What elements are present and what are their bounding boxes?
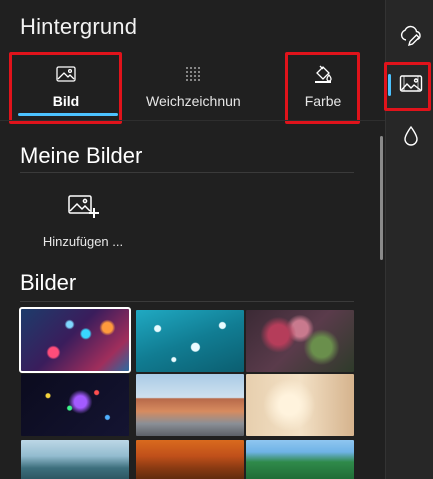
add-image-button[interactable]: Hinzufügen ... <box>28 193 138 253</box>
image-thumbnail[interactable] <box>136 440 244 479</box>
images-heading: Bilder <box>20 270 77 295</box>
add-image-label: Hinzufügen ... <box>42 234 124 249</box>
add-image-icon <box>67 193 99 224</box>
rail-active-indicator <box>388 74 391 96</box>
tab-bild-label: Bild <box>52 93 80 109</box>
panel-title: Hintergrund <box>20 14 138 39</box>
tab-farbe-label: Farbe <box>304 93 342 109</box>
cloud-edit-icon <box>399 25 423 52</box>
blur-icon <box>181 63 205 85</box>
background-tabs: Bild Weichzeichnun Farbe <box>0 52 370 120</box>
image-icon <box>54 63 78 85</box>
tab-bild[interactable]: Bild <box>14 52 118 120</box>
image-thumbnail[interactable] <box>136 310 244 372</box>
image-thumbnail[interactable] <box>136 374 244 436</box>
image-thumbnail[interactable] <box>21 374 129 436</box>
image-thumbnail[interactable] <box>19 307 131 373</box>
water-drop-icon <box>403 125 419 152</box>
image-thumbnail[interactable] <box>246 310 354 372</box>
rail-button-background[interactable] <box>397 72 425 100</box>
tab-farbe[interactable]: Farbe <box>288 52 358 120</box>
background-panel: Hintergrund Bild Weichzeichnun Farbe Mei… <box>0 0 385 479</box>
my-images-divider <box>20 172 354 173</box>
image-thumbnail[interactable] <box>21 440 129 479</box>
paint-bucket-icon <box>311 63 335 85</box>
tab-divider <box>0 120 385 121</box>
image-thumbnail[interactable] <box>246 374 354 436</box>
rail-button-cloud[interactable] <box>397 24 425 52</box>
background-image-icon <box>399 74 423 99</box>
rail-button-effect[interactable] <box>397 124 425 152</box>
my-images-heading: Meine Bilder <box>20 143 143 168</box>
tab-selected-indicator <box>18 113 118 116</box>
tab-weichzeichnung[interactable]: Weichzeichnun <box>140 52 246 120</box>
tab-weichzeichnung-label: Weichzeichnun <box>146 93 241 109</box>
scrollbar[interactable] <box>380 136 383 260</box>
images-divider <box>20 301 354 302</box>
image-thumbnail[interactable] <box>246 440 354 479</box>
